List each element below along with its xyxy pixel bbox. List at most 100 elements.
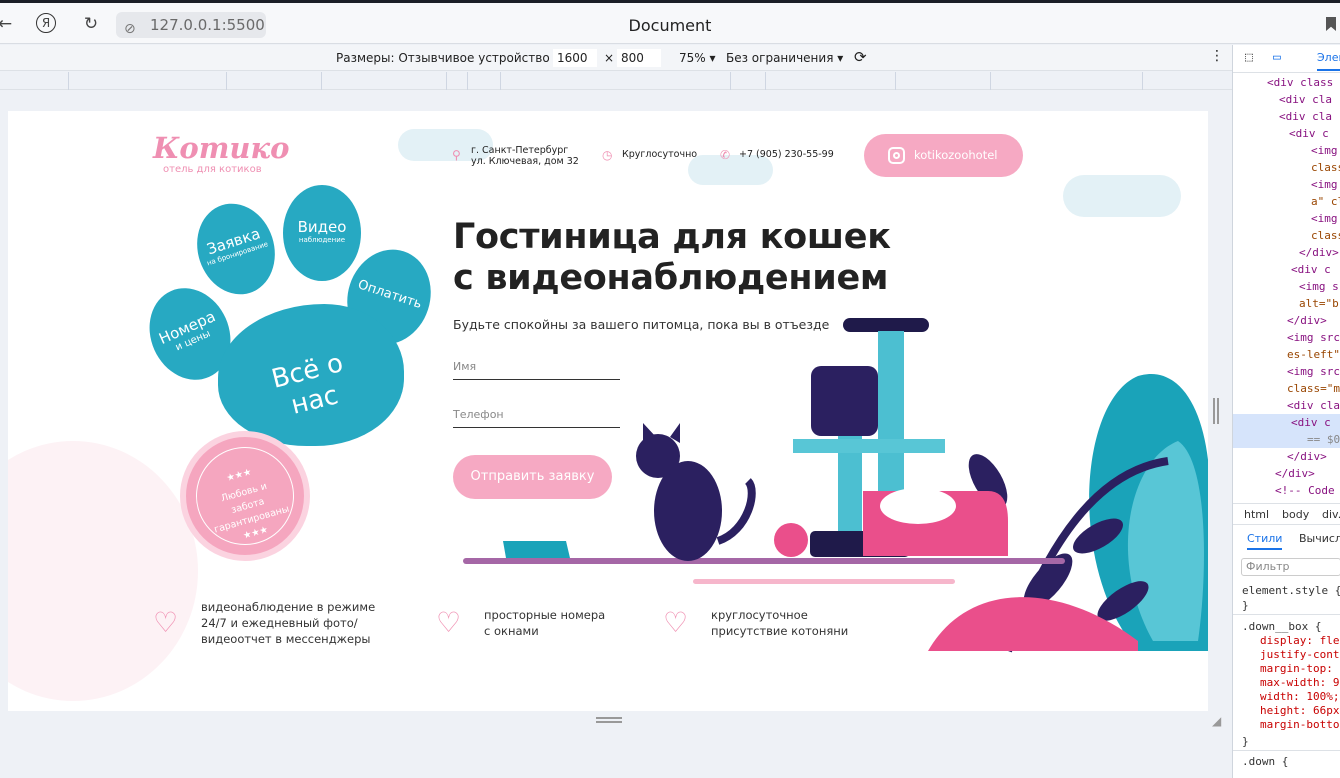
close-brace: } [1242, 599, 1249, 612]
dom-node[interactable]: <img [1311, 210, 1338, 227]
site-logo[interactable]: Котико [153, 131, 289, 165]
black-cat [636, 423, 756, 561]
cat-tree [793, 318, 1008, 557]
dom-node[interactable]: class="m [1287, 380, 1340, 397]
yarn-ball [774, 523, 808, 557]
breadcrumb: html body div. [1233, 503, 1340, 525]
dom-node[interactable]: <div cla [1279, 91, 1332, 108]
paw-video-link[interactable]: Видео наблюдение [283, 185, 361, 281]
cat-bowl [503, 541, 570, 558]
header-hours: Круглосуточно [622, 149, 698, 160]
heart-paw-icon: ♡ [436, 606, 462, 639]
feature-text: присутствие котоняни [711, 624, 849, 638]
times-sign: × [604, 51, 615, 65]
element-style-rule[interactable]: element.style { [1242, 582, 1340, 599]
cloud-decoration [1063, 175, 1181, 217]
dom-node[interactable]: <img src [1287, 329, 1340, 346]
header-address: г. Санкт-Петербург ул. Ключевая, дом 32 [471, 145, 579, 167]
styles-filter-input[interactable]: Фильтр [1241, 558, 1340, 576]
dom-node[interactable]: </div> [1287, 312, 1327, 329]
dom-tree[interactable]: <div class <div cla <div cla <div c <img clas… [1233, 74, 1340, 504]
dom-node[interactable]: class [1311, 227, 1340, 244]
header-phone[interactable]: +7 (905) 230-55-99 [739, 149, 834, 160]
dom-node[interactable]: == $0 [1233, 431, 1340, 448]
dom-node[interactable]: es-left" [1287, 346, 1340, 363]
zoom-label: 75% [679, 51, 706, 65]
close-brace: } [1242, 735, 1249, 748]
about-label: Всё о нас [268, 348, 347, 421]
height-input[interactable]: 800 [617, 49, 661, 67]
tab-styles[interactable]: Стили [1247, 532, 1283, 550]
browser-toolbar: ← Я ↻ ⊘ 127.0.0.1:5500 Document [0, 0, 1340, 44]
floor-shelf [463, 558, 1065, 564]
throttle-dropdown[interactable]: Без ограничения ▾ [726, 51, 843, 65]
zoom-dropdown[interactable]: 75% ▾ [679, 51, 716, 65]
heart-paw-icon: ♡ [663, 606, 689, 639]
dom-node[interactable]: <img src [1287, 363, 1340, 380]
feature-text: 24/7 и ежедневный фото/ [201, 616, 358, 630]
feature-text: просторные номера [484, 608, 606, 622]
tab-elements[interactable]: Элем [1317, 51, 1340, 71]
width-input[interactable]: 1600 [553, 49, 597, 67]
crumb-div[interactable]: div. [1322, 508, 1340, 521]
dom-node[interactable]: <img s [1299, 278, 1339, 295]
location-icon: ⚲ [452, 148, 461, 162]
dimensions-label: Размеры: Отзывчивое устройство [336, 51, 550, 65]
dom-node[interactable]: a" cl [1311, 193, 1340, 210]
floor-line [693, 579, 955, 584]
dom-node[interactable]: <div c [1233, 414, 1340, 431]
css-property[interactable]: margin-botto [1260, 716, 1339, 733]
dom-node[interactable]: </div> [1275, 465, 1315, 482]
feature-rooms: просторные номера с окнами [484, 607, 605, 639]
heart-paw-icon: ♡ [153, 606, 179, 639]
instagram-icon [888, 147, 905, 164]
dom-node[interactable]: <div class [1267, 74, 1333, 91]
dom-node[interactable]: <img [1311, 142, 1338, 159]
dom-node[interactable]: <div cla [1279, 108, 1332, 125]
dom-node[interactable]: <div c [1289, 125, 1329, 142]
dom-node[interactable]: alt="b [1299, 295, 1339, 312]
resize-corner-icon[interactable]: ◢ [1212, 714, 1221, 728]
crumb-body[interactable]: body [1282, 508, 1309, 521]
more-options-icon[interactable]: ⋮ [1210, 48, 1224, 64]
headline-line-2: с видеонаблюдением [453, 258, 889, 298]
feature-video: видеонаблюдение в режиме 24/7 и ежедневн… [201, 599, 375, 647]
hero-headline: Гостиница для кошек с видеонаблюдением [453, 217, 891, 299]
resize-handle-right[interactable] [1213, 398, 1219, 424]
paw-about-link[interactable]: Всё о нас [218, 304, 404, 446]
page-title: Document [628, 16, 712, 35]
dom-node[interactable]: <img [1311, 176, 1338, 193]
tab-computed[interactable]: Вычисл [1299, 532, 1340, 545]
dom-node[interactable]: </div> [1287, 448, 1327, 465]
instagram-button[interactable]: kotikozoohotel [864, 134, 1023, 177]
crumb-html[interactable]: html [1244, 508, 1269, 521]
device-toggle-icon[interactable]: ▭ [1273, 50, 1281, 65]
page-viewport: Котико отель для котиков ⚲ г. Санкт-Пете… [8, 111, 1208, 711]
instagram-label: kotikozoohotel [914, 148, 998, 162]
love-care-badge: ★★★ Любовь и забота гарантированы ★★★ [180, 431, 310, 561]
paw-request-link[interactable]: Заявка на бронирование [185, 193, 287, 305]
rotate-icon[interactable]: ⟳ [854, 48, 867, 66]
dom-node[interactable]: </div> [1299, 244, 1339, 261]
dom-node[interactable]: class [1311, 159, 1340, 176]
badge-inner: ★★★ Любовь и забота гарантированы ★★★ [184, 435, 306, 557]
background-blob [8, 441, 198, 701]
dom-node[interactable]: <div cla [1287, 397, 1340, 414]
feature-nanny: круглосуточное присутствие котоняни [711, 607, 848, 639]
down-selector[interactable]: .down { [1242, 753, 1288, 770]
dimensions-dropdown[interactable]: Размеры: Отзывчивое устройство ▾ [336, 51, 560, 65]
inspect-icon[interactable]: ⬚ [1245, 50, 1253, 65]
feature-text: видеоотчет в мессенджеры [201, 632, 371, 646]
feature-text: круглосуточное [711, 608, 808, 622]
dom-node[interactable]: <div c [1291, 261, 1331, 278]
throttle-label: Без ограничения [726, 51, 834, 65]
logo-subtitle: отель для котиков [163, 164, 262, 175]
resize-handle-bottom[interactable] [596, 717, 622, 723]
feature-text: с окнами [484, 624, 539, 638]
video-label: Видео [297, 218, 347, 236]
media-query-ruler[interactable] [0, 72, 1232, 90]
dom-node[interactable]: <!-- Code [1275, 482, 1335, 499]
device-toolbar: Размеры: Отзывчивое устройство ▾ 1600 × … [0, 45, 1232, 71]
address-line-2: ул. Ключевая, дом 32 [471, 156, 579, 167]
clock-icon: ◷ [602, 148, 613, 162]
